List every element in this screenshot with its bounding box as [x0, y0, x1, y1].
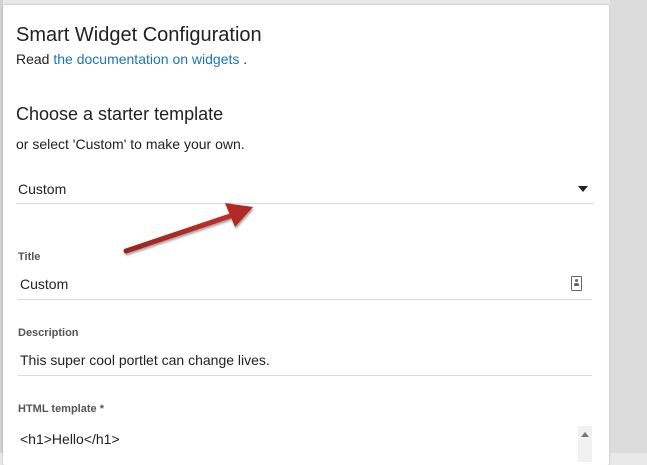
- starter-template-select[interactable]: Custom: [16, 175, 594, 204]
- page-title: Smart Widget Configuration: [16, 24, 262, 46]
- html-template-label: HTML template *: [18, 403, 104, 415]
- starter-template-subtext: or select 'Custom' to make your own.: [16, 136, 245, 152]
- title-field[interactable]: [18, 273, 592, 300]
- doc-prefix: Read: [16, 51, 54, 67]
- documentation-link[interactable]: the documentation on widgets: [53, 51, 239, 67]
- html-template-content: <h1>Hello</h1>: [20, 431, 120, 447]
- doc-suffix: .: [239, 51, 248, 67]
- doc-line: Read the documentation on widgets .: [16, 51, 247, 67]
- description-field[interactable]: [18, 349, 592, 376]
- annotation-arrow-icon: [123, 203, 253, 254]
- textarea-scrollbar[interactable]: [578, 426, 592, 462]
- starter-template-selected: Custom: [18, 181, 67, 197]
- description-label: Description: [18, 327, 79, 339]
- widget-config-panel: Smart Widget Configuration Read the docu…: [3, 5, 609, 465]
- description-input[interactable]: [20, 352, 550, 368]
- scroll-up-arrow-icon[interactable]: [581, 432, 589, 437]
- html-template-textarea[interactable]: <h1>Hello</h1>: [18, 422, 592, 462]
- starter-template-heading: Choose a starter template: [16, 104, 224, 124]
- contact-card-icon[interactable]: [571, 276, 582, 291]
- title-label: Title: [18, 251, 41, 263]
- right-gutter: [610, 0, 647, 453]
- title-input[interactable]: [20, 276, 550, 292]
- caret-down-icon: [578, 186, 588, 192]
